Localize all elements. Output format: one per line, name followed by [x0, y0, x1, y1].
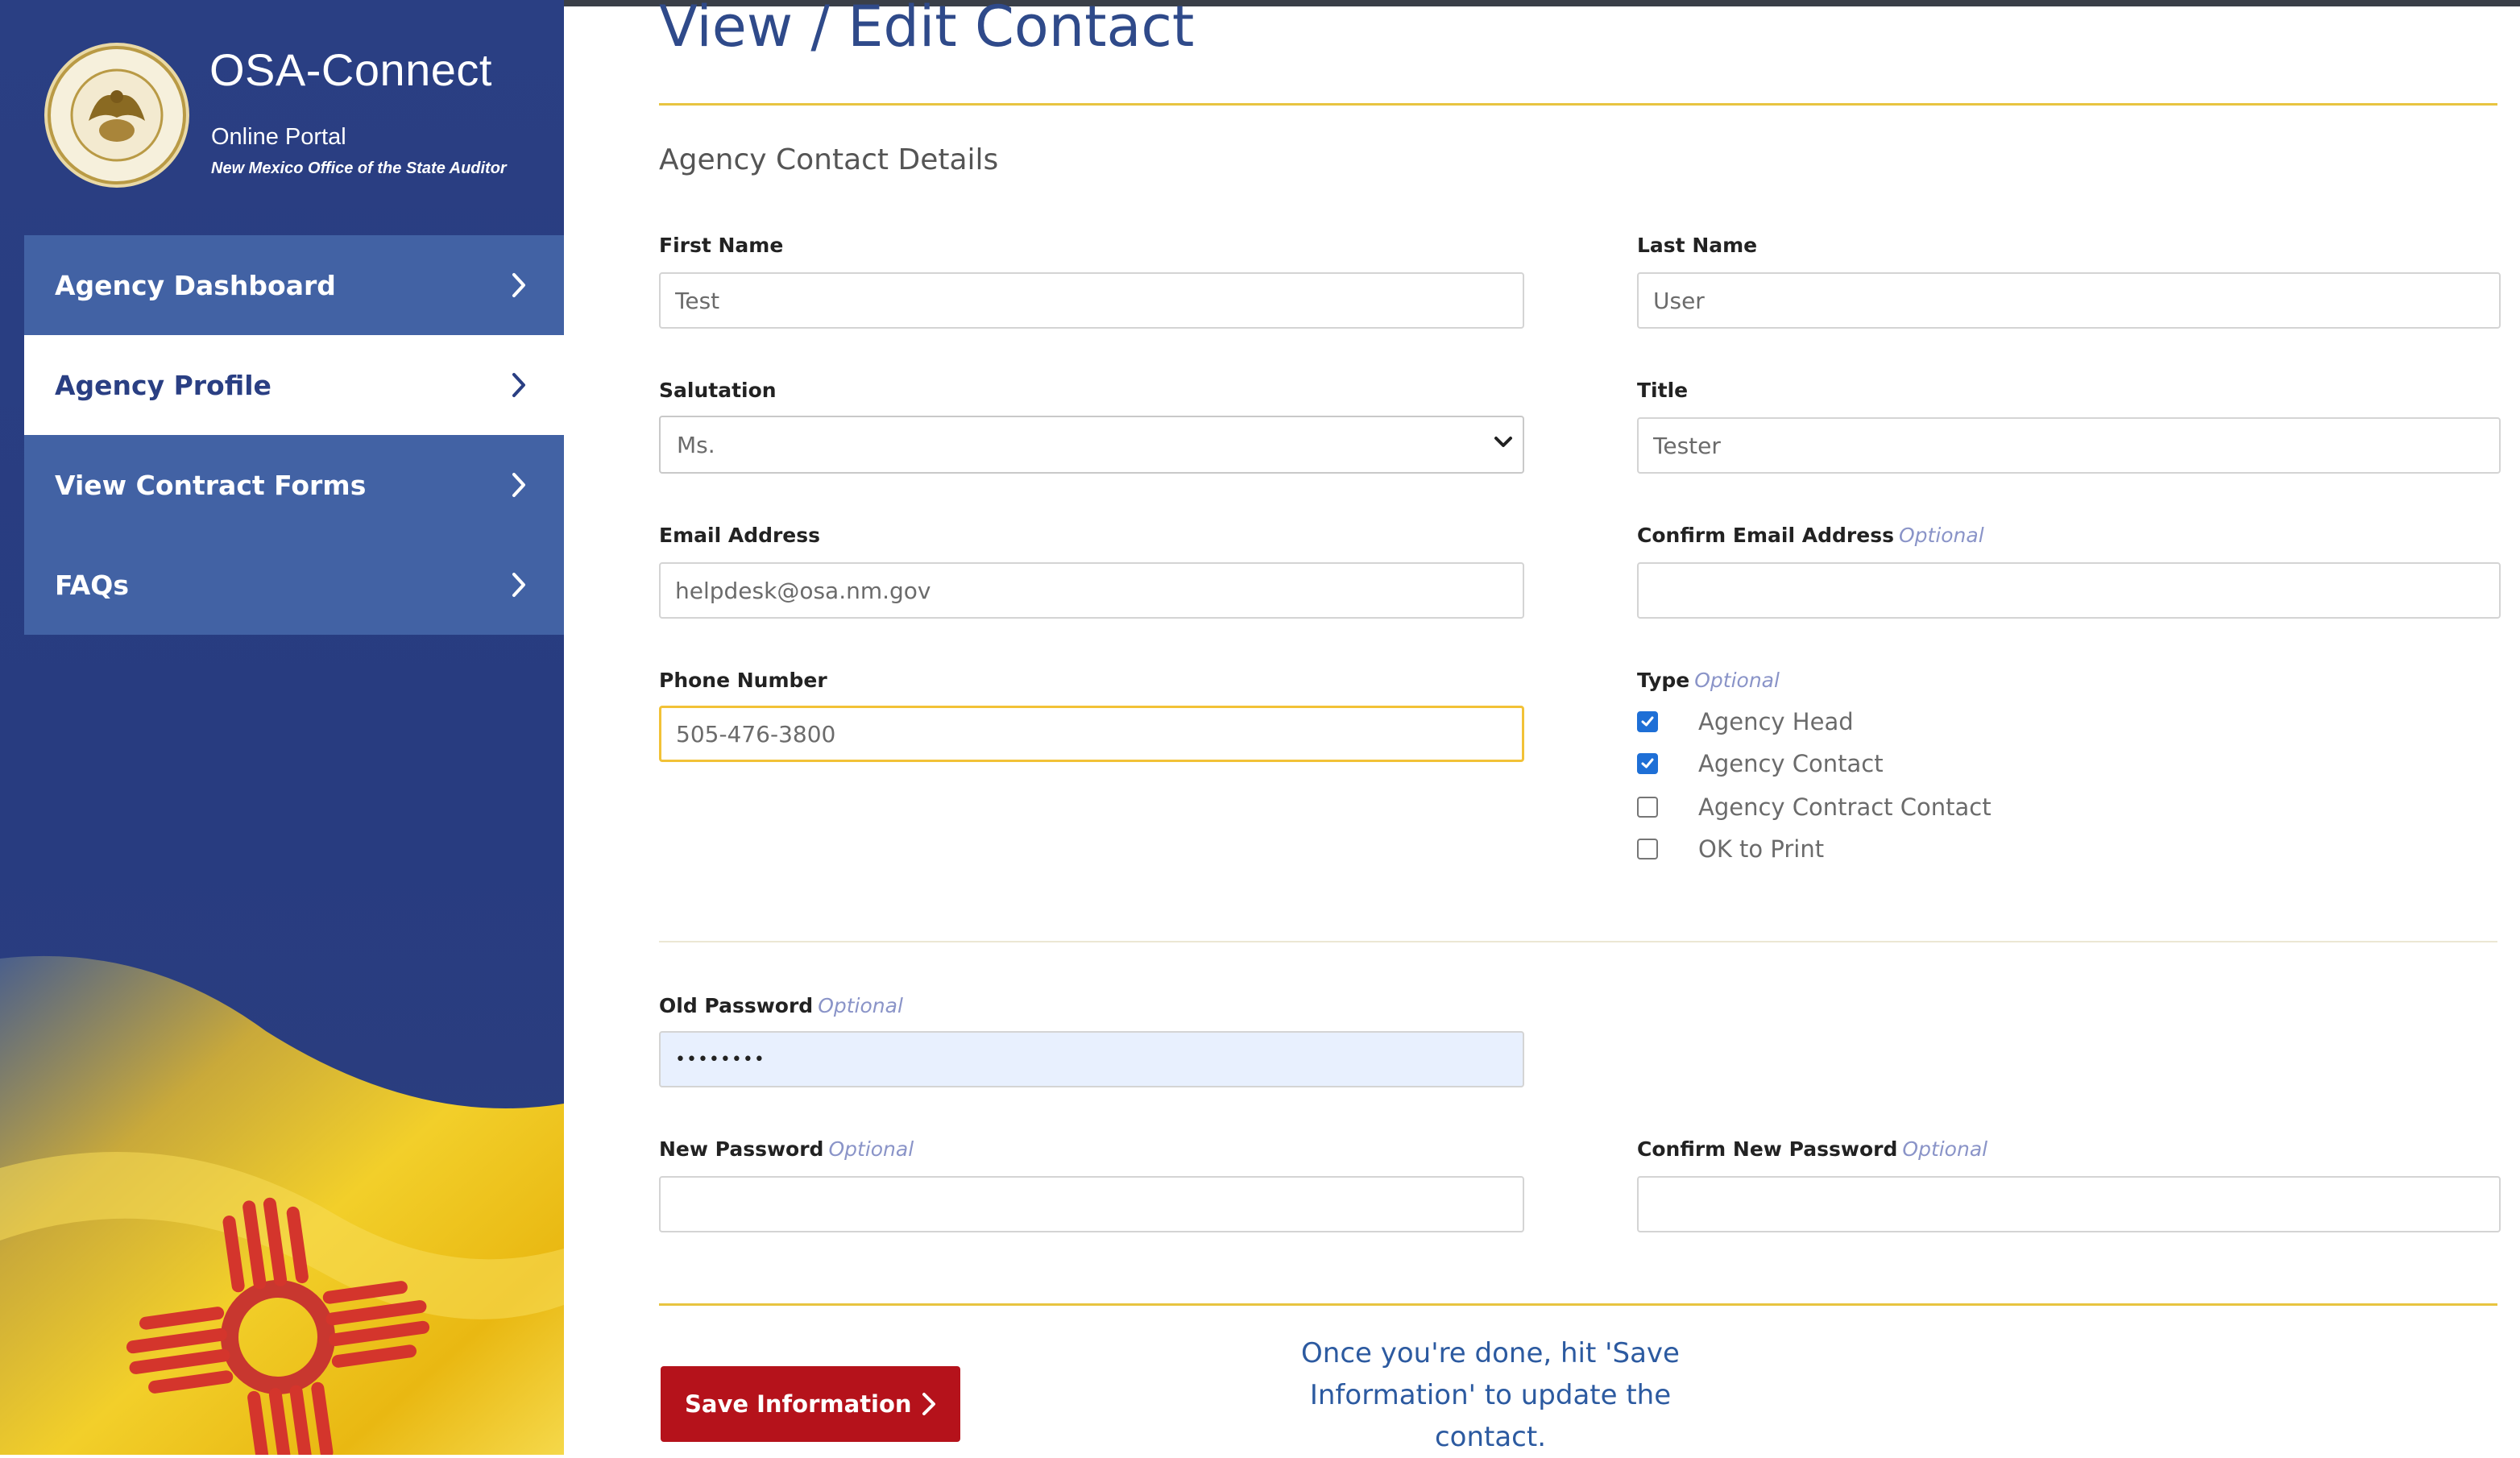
checkbox-label: Agency Contact	[1698, 750, 1884, 777]
checkbox-label: Agency Head	[1698, 708, 1854, 735]
save-button-label: Save Information	[685, 1390, 912, 1418]
state-auditor-seal-icon	[44, 43, 189, 188]
optional-tag: Optional	[828, 1137, 914, 1161]
chevron-right-icon	[922, 1393, 935, 1415]
save-information-button[interactable]: Save Information	[661, 1366, 960, 1442]
brand-subtitle: Online Portal	[211, 124, 346, 150]
confirm-new-password-label-text: Confirm New Password	[1637, 1137, 1898, 1161]
form-footer-divider	[659, 1303, 2497, 1306]
type-option-agency-contract-contact[interactable]: Agency Contract Contact	[1637, 791, 1992, 823]
chevron-right-icon	[512, 373, 525, 397]
optional-tag: Optional	[1694, 669, 1780, 692]
confirm-email-input[interactable]	[1637, 562, 2501, 619]
last-name-input[interactable]	[1637, 272, 2501, 329]
phone-input[interactable]	[659, 706, 1524, 762]
checkbox-label: Agency Contract Contact	[1698, 793, 1992, 821]
type-option-ok-to-print[interactable]: OK to Print	[1637, 833, 1824, 865]
brand-title: OSA-Connect	[209, 44, 492, 95]
phone-label: Phone Number	[659, 669, 827, 692]
hint-line: contact.	[1434, 1421, 1547, 1453]
hint-line: Once you're done, hit 'Save	[1301, 1337, 1680, 1369]
salutation-select[interactable]: Ms.	[659, 416, 1524, 474]
checkbox-label: OK to Print	[1698, 835, 1825, 863]
old-password-label: Old Password Optional	[659, 994, 903, 1017]
optional-tag: Optional	[818, 994, 903, 1017]
new-password-input[interactable]	[659, 1176, 1524, 1232]
first-name-input[interactable]	[659, 272, 1524, 329]
zia-flag-background	[0, 955, 564, 1455]
chevron-right-icon	[512, 473, 525, 497]
first-name-label: First Name	[659, 234, 784, 257]
type-label-text: Type	[1637, 669, 1690, 692]
checkbox-unchecked[interactable]	[1637, 839, 1658, 859]
sidebar-item-label: View Contract Forms	[55, 469, 367, 501]
new-password-label: New Password Optional	[659, 1137, 914, 1161]
sidebar-item-label: Agency Profile	[55, 369, 271, 401]
sidebar-item-agency-profile[interactable]: Agency Profile	[24, 335, 564, 435]
chevron-down-icon	[1494, 437, 1512, 447]
type-label: Type Optional	[1637, 669, 1780, 692]
optional-tag: Optional	[1898, 524, 1984, 547]
sidebar-item-agency-dashboard[interactable]: Agency Dashboard	[24, 235, 564, 335]
sidebar: OSA-Connect Online Portal New Mexico Off…	[0, 0, 564, 1455]
checkbox-unchecked[interactable]	[1637, 797, 1658, 818]
brand-tagline: New Mexico Office of the State Auditor	[211, 159, 507, 177]
title-divider	[659, 103, 2497, 106]
title-input[interactable]	[1637, 417, 2501, 474]
optional-tag: Optional	[1902, 1137, 1988, 1161]
old-password-input[interactable]	[659, 1031, 1524, 1087]
section-title: Agency Contact Details	[659, 143, 999, 176]
sidebar-item-label: FAQs	[55, 569, 129, 601]
chevron-right-icon	[512, 573, 525, 597]
salutation-selected-value: Ms.	[659, 416, 1524, 474]
checkbox-checked[interactable]	[1637, 711, 1658, 732]
page-title: View / Edit Contact	[659, 0, 1195, 60]
salutation-label: Salutation	[659, 379, 777, 402]
checkmark-icon	[1641, 716, 1654, 727]
sidebar-nav: Agency Dashboard Agency Profile View Con…	[24, 235, 564, 635]
instruction-annotation: Once you're done, hit 'Save Information'…	[1257, 1332, 1724, 1458]
type-option-agency-head[interactable]: Agency Head	[1637, 706, 1854, 738]
checkmark-icon	[1641, 758, 1654, 768]
old-password-label-text: Old Password	[659, 994, 814, 1017]
title-label: Title	[1637, 379, 1689, 402]
checkbox-checked[interactable]	[1637, 753, 1658, 774]
confirm-email-label-text: Confirm Email Address	[1637, 524, 1894, 547]
email-input[interactable]	[659, 562, 1524, 619]
new-password-label-text: New Password	[659, 1137, 824, 1161]
sidebar-item-view-contract-forms[interactable]: View Contract Forms	[24, 435, 564, 535]
sidebar-item-label: Agency Dashboard	[55, 269, 336, 301]
confirm-new-password-label: Confirm New Password Optional	[1637, 1137, 1987, 1161]
brand-header[interactable]: OSA-Connect Online Portal New Mexico Off…	[42, 40, 557, 193]
sidebar-item-faqs[interactable]: FAQs	[24, 535, 564, 635]
hint-line: Information' to update the	[1309, 1379, 1672, 1411]
confirm-new-password-input[interactable]	[1637, 1176, 2501, 1232]
last-name-label: Last Name	[1637, 234, 1758, 257]
type-option-agency-contact[interactable]: Agency Contact	[1637, 748, 1884, 780]
email-label: Email Address	[659, 524, 821, 547]
confirm-email-label: Confirm Email Address Optional	[1637, 524, 1984, 547]
section-divider	[659, 941, 2497, 942]
chevron-right-icon	[512, 273, 525, 297]
